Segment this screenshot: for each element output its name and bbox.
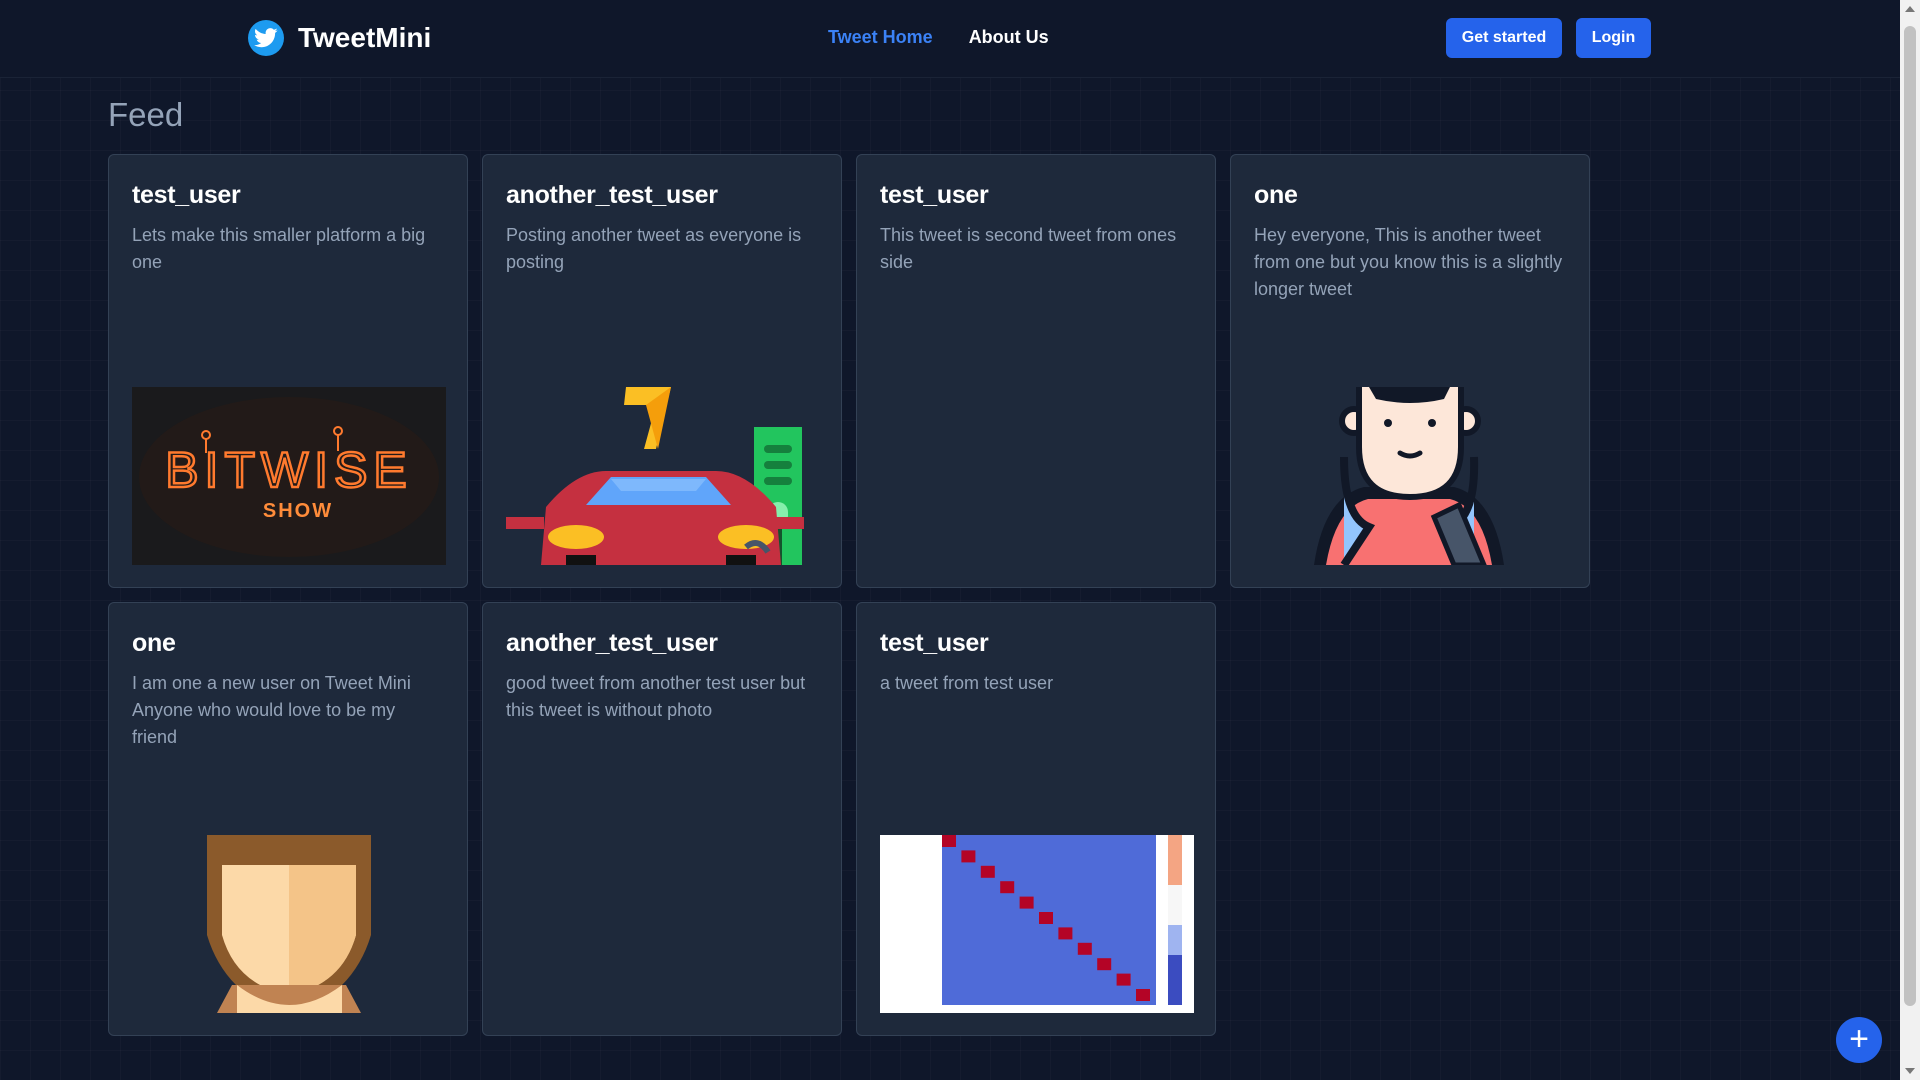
heatmap-diagonal-cell	[1136, 989, 1150, 1001]
svg-text:BITWISE: BITWISE	[165, 442, 413, 498]
scroll-down-arrow-icon[interactable]	[1905, 1068, 1915, 1074]
tweet-card[interactable]: another_test_user good tweet from anothe…	[482, 602, 842, 1036]
new-tweet-fab[interactable]: +	[1836, 1017, 1882, 1063]
heatmap-diagonal-cell	[1077, 942, 1092, 955]
tweet-username: test_user	[880, 629, 989, 657]
feed-grid: test_user Lets make this smaller platfor…	[108, 154, 1590, 1036]
correlation-heatmap-image	[880, 835, 1194, 1013]
nav-link-tweet-home[interactable]: Tweet Home	[828, 27, 933, 48]
face-avatar-illustration	[132, 835, 446, 1013]
brand-logo[interactable]: TweetMini	[248, 20, 431, 56]
tweet-card[interactable]: test_user a tweet from test user	[856, 602, 1216, 1036]
heatmap-diagonal-cell	[1097, 958, 1112, 971]
tweet-card[interactable]: test_user This tweet is second tweet fro…	[856, 154, 1216, 588]
plus-icon: +	[1849, 1020, 1869, 1058]
tweet-username: one	[1254, 181, 1298, 209]
heatmap-diagonal-cell	[961, 850, 976, 863]
svg-text:SHOW: SHOW	[263, 500, 333, 522]
heatmap-diagonal-cell	[1116, 973, 1131, 986]
tweet-text: This tweet is second tweet from ones sid…	[880, 225, 1177, 272]
tweet-text: Posting another tweet as everyone is pos…	[506, 225, 802, 272]
tweet-username: test_user	[880, 181, 989, 209]
scroll-up-arrow-icon[interactable]	[1905, 6, 1915, 12]
nav-links: Tweet Home About Us	[828, 27, 1049, 48]
car-charging-illustration	[506, 387, 820, 565]
scroll-thumb[interactable]	[1904, 26, 1916, 1006]
brand-name: TweetMini	[298, 22, 432, 53]
tweet-card[interactable]: one I am one a new user on Tweet Mini An…	[108, 602, 468, 1036]
get-started-button[interactable]: Get started	[1446, 18, 1562, 58]
tweet-text: Hey everyone, This is another tweet from…	[1254, 225, 1563, 299]
tweet-username: one	[132, 629, 176, 657]
tweet-text: good tweet from another test user but th…	[506, 673, 806, 720]
tweet-username: another_test_user	[506, 629, 718, 657]
twitter-bird-icon	[248, 20, 284, 56]
heatmap-diagonal-cell	[942, 835, 956, 847]
heatmap-diagonal-cell	[1039, 912, 1053, 924]
tweet-card[interactable]: another_test_user Posting another tweet …	[482, 154, 842, 588]
navbar: TweetMini Tweet Home About Us Get starte…	[0, 0, 1900, 78]
login-button[interactable]: Login	[1576, 18, 1651, 58]
feed-title: Feed	[108, 96, 184, 133]
tweet-text: a tweet from test user	[880, 673, 1054, 693]
bitwise-show-neon-logo: BITWISE SHOW	[132, 387, 446, 565]
heatmap-diagonal-cell	[1000, 881, 1015, 894]
tweet-card[interactable]: test_user Lets make this smaller platfor…	[108, 154, 468, 588]
nav-link-about-us[interactable]: About Us	[969, 27, 1049, 48]
tweet-text: I am one a new user on Tweet Mini Anyone…	[132, 673, 411, 747]
tweet-username: test_user	[132, 181, 241, 209]
tweet-username: another_test_user	[506, 181, 718, 209]
driver-avatar-illustration	[1254, 387, 1568, 565]
tweet-text: Lets make this smaller platform a big on…	[132, 225, 426, 272]
heatmap-diagonal-cell	[980, 865, 995, 878]
tweet-card[interactable]: one Hey everyone, This is another tweet …	[1230, 154, 1590, 588]
heatmap-diagonal-cell	[1058, 927, 1073, 940]
page-scrollbar[interactable]	[1900, 0, 1920, 1080]
heatmap-diagonal-cell	[1019, 896, 1034, 909]
